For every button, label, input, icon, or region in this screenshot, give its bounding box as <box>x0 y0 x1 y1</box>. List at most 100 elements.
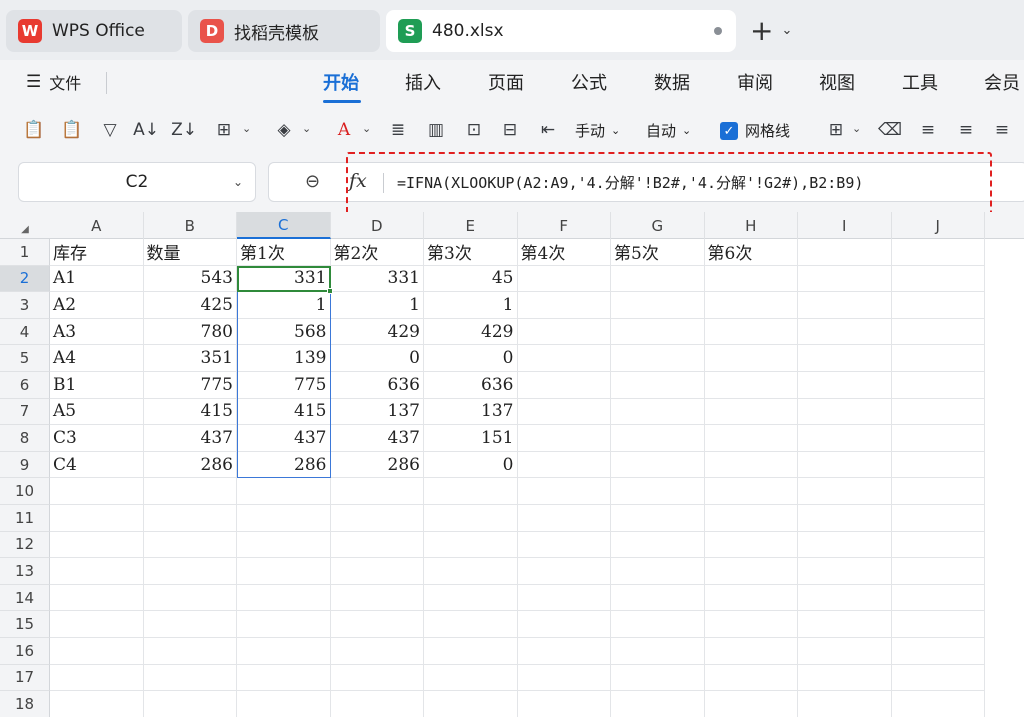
row-header-2[interactable]: 2 <box>0 265 50 293</box>
cell-b17[interactable] <box>143 664 237 692</box>
cell-c6[interactable]: 775 <box>237 372 331 399</box>
auto-calc-dropdown[interactable]: 自动 ⌄ <box>646 120 691 141</box>
cell-f11[interactable] <box>517 505 611 532</box>
cell-d16[interactable] <box>330 638 424 665</box>
row-header-3[interactable]: 3 <box>0 292 50 319</box>
cell-c7[interactable]: 415 <box>237 398 331 426</box>
cell-f6[interactable] <box>517 372 611 399</box>
cell-d2[interactable]: 331 <box>330 265 424 293</box>
row-header-9[interactable]: 9 <box>0 451 50 479</box>
cell-a18[interactable] <box>50 691 144 717</box>
cell-d12[interactable] <box>330 531 424 559</box>
import-icon[interactable]: ⇤ <box>536 118 560 142</box>
cell-g2[interactable] <box>611 265 705 293</box>
cell-d9[interactable]: 286 <box>330 451 424 479</box>
cell-d7[interactable]: 137 <box>330 398 424 426</box>
cell-i13[interactable] <box>798 558 892 585</box>
column-header-f[interactable]: F <box>518 212 611 239</box>
cell-b16[interactable] <box>143 638 237 665</box>
cell-a5[interactable]: A4 <box>50 345 144 372</box>
cell-g4[interactable] <box>611 318 705 346</box>
name-box[interactable]: C2 ⌄ <box>18 162 256 202</box>
cell-c18[interactable] <box>237 691 331 717</box>
cell-h11[interactable] <box>704 505 798 532</box>
cell-i12[interactable] <box>798 531 892 559</box>
cell-g8[interactable] <box>611 425 705 452</box>
cell-g5[interactable] <box>611 345 705 372</box>
cell-f12[interactable] <box>517 531 611 559</box>
cell-i17[interactable] <box>798 664 892 692</box>
cell-f13[interactable] <box>517 558 611 585</box>
cell-e2[interactable]: 45 <box>424 265 518 293</box>
cell-i6[interactable] <box>798 372 892 399</box>
column-header-h[interactable]: H <box>705 212 798 239</box>
filter-icon[interactable]: ▽ <box>98 118 122 142</box>
cell-j3[interactable] <box>891 292 985 319</box>
cell-g1[interactable]: 第5次 <box>611 239 705 266</box>
cell-i15[interactable] <box>798 611 892 638</box>
cell-c2[interactable]: 331 <box>237 265 331 293</box>
cell-a14[interactable] <box>50 584 144 612</box>
row-header-8[interactable]: 8 <box>0 425 50 452</box>
freeze-panes-icon[interactable]: ⊞ <box>824 118 848 142</box>
tab-wps-office[interactable]: W WPS Office <box>6 10 182 52</box>
row-header-5[interactable]: 5 <box>0 345 50 372</box>
menu-formula[interactable]: 公式 <box>571 69 607 95</box>
cell-a11[interactable] <box>50 505 144 532</box>
insert-row-icon[interactable]: ⊡ <box>462 118 486 142</box>
cell-j14[interactable] <box>891 584 985 612</box>
menu-member[interactable]: 会员 <box>984 69 1020 95</box>
cell-f1[interactable]: 第4次 <box>517 239 611 266</box>
cell-f14[interactable] <box>517 584 611 612</box>
cell-g7[interactable] <box>611 398 705 426</box>
cell-j12[interactable] <box>891 531 985 559</box>
tab-spreadsheet[interactable]: S 480.xlsx <box>386 10 736 52</box>
cell-d3[interactable]: 1 <box>330 292 424 319</box>
cell-a16[interactable] <box>50 638 144 665</box>
cell-j1[interactable] <box>891 239 985 266</box>
cell-f5[interactable] <box>517 345 611 372</box>
cell-c15[interactable] <box>237 611 331 638</box>
cell-f15[interactable] <box>517 611 611 638</box>
row-header-11[interactable]: 11 <box>0 505 50 532</box>
row-header-17[interactable]: 17 <box>0 664 50 692</box>
cell-j13[interactable] <box>891 558 985 585</box>
cell-j15[interactable] <box>891 611 985 638</box>
new-tab-button[interactable]: + ⌄ <box>750 14 792 47</box>
cell-h10[interactable] <box>704 478 798 505</box>
chevron-down-icon[interactable]: ⌄ <box>362 122 371 135</box>
cell-b18[interactable] <box>143 691 237 717</box>
cell-b1[interactable]: 数量 <box>143 239 237 266</box>
row-header-14[interactable]: 14 <box>0 584 50 612</box>
cell-i4[interactable] <box>798 318 892 346</box>
row-header-12[interactable]: 12 <box>0 531 50 559</box>
cell-g11[interactable] <box>611 505 705 532</box>
row-header-4[interactable]: 4 <box>0 318 50 346</box>
cell-b14[interactable] <box>143 584 237 612</box>
column-header-d[interactable]: D <box>331 212 424 239</box>
fill-color-icon[interactable]: ◈ <box>272 118 296 142</box>
cell-f18[interactable] <box>517 691 611 717</box>
cell-d15[interactable] <box>330 611 424 638</box>
sort-ascending-icon[interactable]: A↓ <box>133 118 159 142</box>
tab-close-icon[interactable] <box>714 27 722 35</box>
cell-g3[interactable] <box>611 292 705 319</box>
cell-j16[interactable] <box>891 638 985 665</box>
cell-e18[interactable] <box>424 691 518 717</box>
cell-a17[interactable] <box>50 664 144 692</box>
cell-a12[interactable] <box>50 531 144 559</box>
column-header-c[interactable]: C <box>237 212 331 239</box>
cell-c1[interactable]: 第1次 <box>237 239 331 266</box>
column-header-b[interactable]: B <box>144 212 237 239</box>
cell-h14[interactable] <box>704 584 798 612</box>
cell-h18[interactable] <box>704 691 798 717</box>
cell-i9[interactable] <box>798 451 892 479</box>
column-header-i[interactable]: I <box>798 212 892 239</box>
cell-h5[interactable] <box>704 345 798 372</box>
cell-a3[interactable]: A2 <box>50 292 144 319</box>
cell-g16[interactable] <box>611 638 705 665</box>
menu-insert[interactable]: 插入 <box>405 69 441 95</box>
cell-b15[interactable] <box>143 611 237 638</box>
cell-c12[interactable] <box>237 531 331 559</box>
align-left-icon[interactable]: ≡ <box>916 118 940 142</box>
